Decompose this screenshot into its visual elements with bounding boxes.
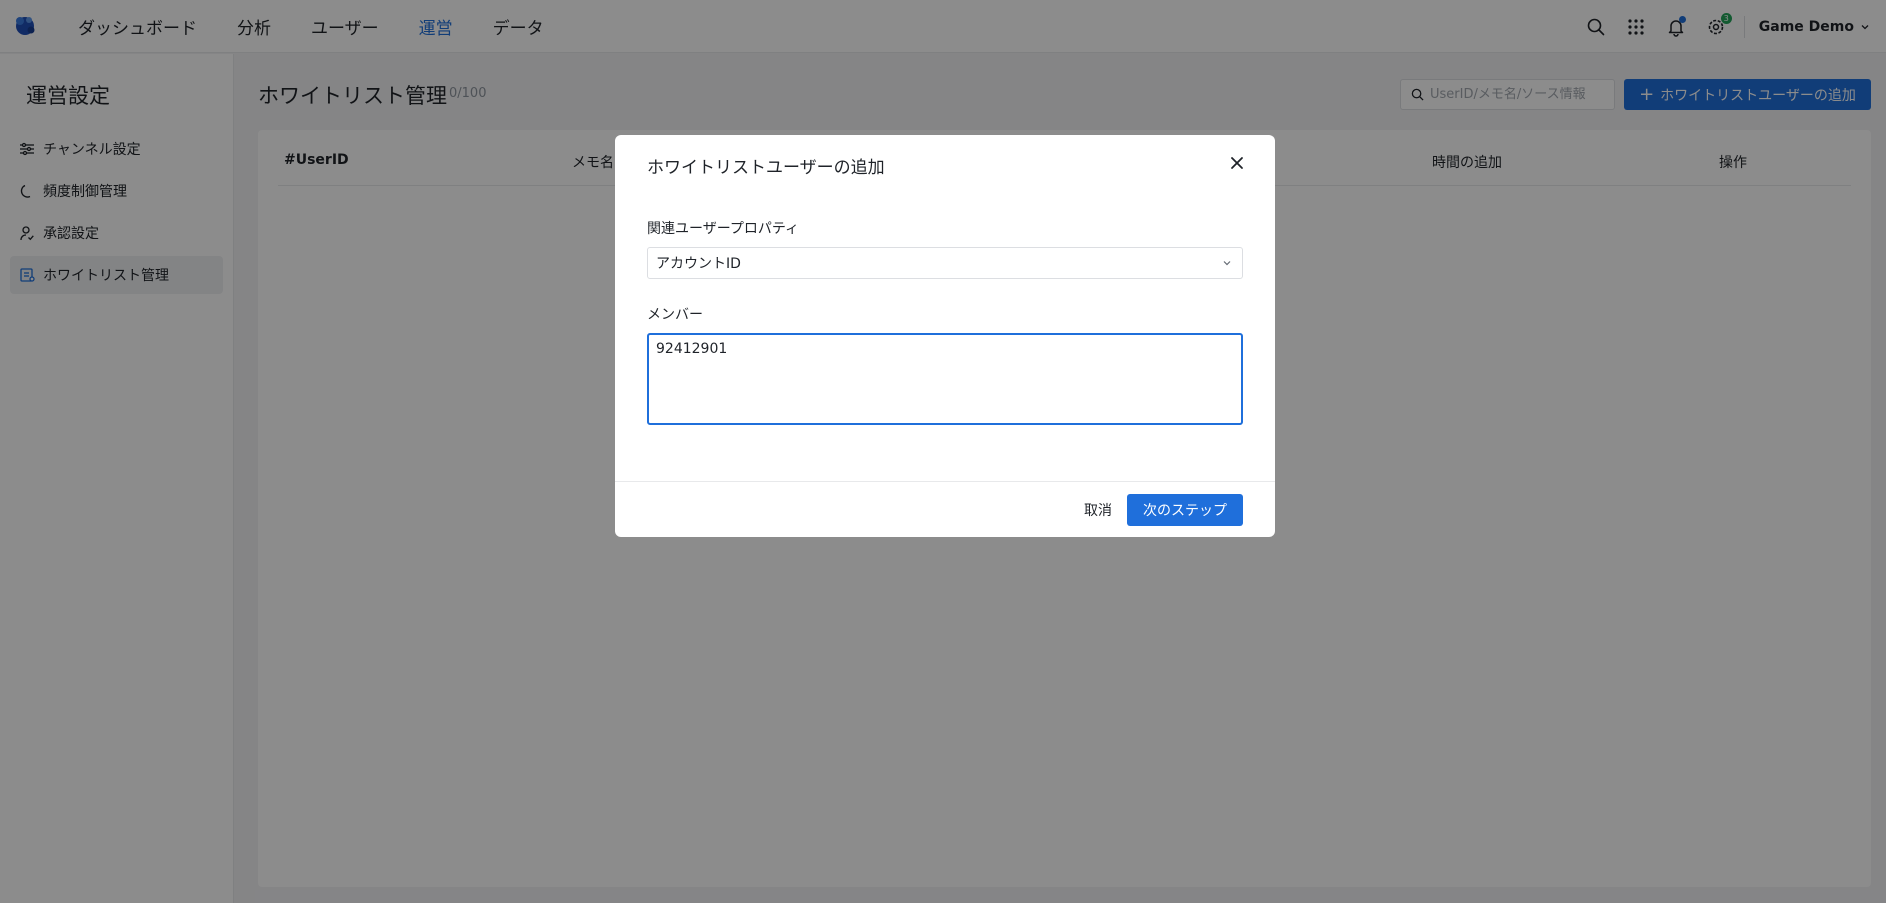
member-textarea[interactable]: 92412901 bbox=[647, 333, 1243, 425]
dialog-footer: 取消 次のステップ bbox=[615, 481, 1275, 537]
cancel-button[interactable]: 取消 bbox=[1065, 494, 1131, 526]
member-label: メンバー bbox=[647, 307, 703, 323]
dialog-title: ホワイトリストユーザーの追加 bbox=[647, 158, 885, 178]
user-property-value: アカウントID bbox=[656, 256, 741, 272]
add-whitelist-user-dialog: ホワイトリストユーザーの追加 関連ユーザープロパティ アカウントID メンバー … bbox=[615, 135, 1275, 537]
close-icon[interactable] bbox=[1225, 151, 1249, 175]
chevron-down-icon bbox=[1223, 261, 1231, 266]
user-property-label: 関連ユーザープロパティ bbox=[647, 221, 800, 237]
next-step-button[interactable]: 次のステップ bbox=[1127, 494, 1243, 526]
user-property-select[interactable]: アカウントID bbox=[647, 247, 1243, 279]
